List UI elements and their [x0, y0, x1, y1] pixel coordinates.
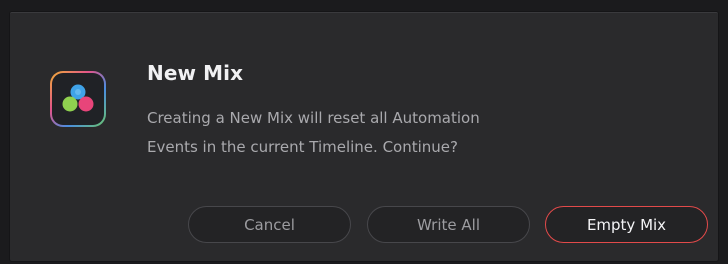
dialog-message-line-1: Creating a New Mix will reset all Automa…	[147, 109, 480, 127]
empty-mix-button[interactable]: Empty Mix	[545, 206, 708, 243]
new-mix-dialog: New Mix Creating a New Mix will reset al…	[10, 12, 718, 261]
write-all-button[interactable]: Write All	[367, 206, 530, 243]
davinci-resolve-app-icon	[50, 71, 106, 127]
dialog-title: New Mix	[147, 61, 244, 85]
dialog-message-line-2: Events in the current Timeline. Continue…	[147, 138, 458, 156]
cancel-button[interactable]: Cancel	[188, 206, 351, 243]
dialog-message: Creating a New Mix will reset all Automa…	[147, 104, 567, 162]
